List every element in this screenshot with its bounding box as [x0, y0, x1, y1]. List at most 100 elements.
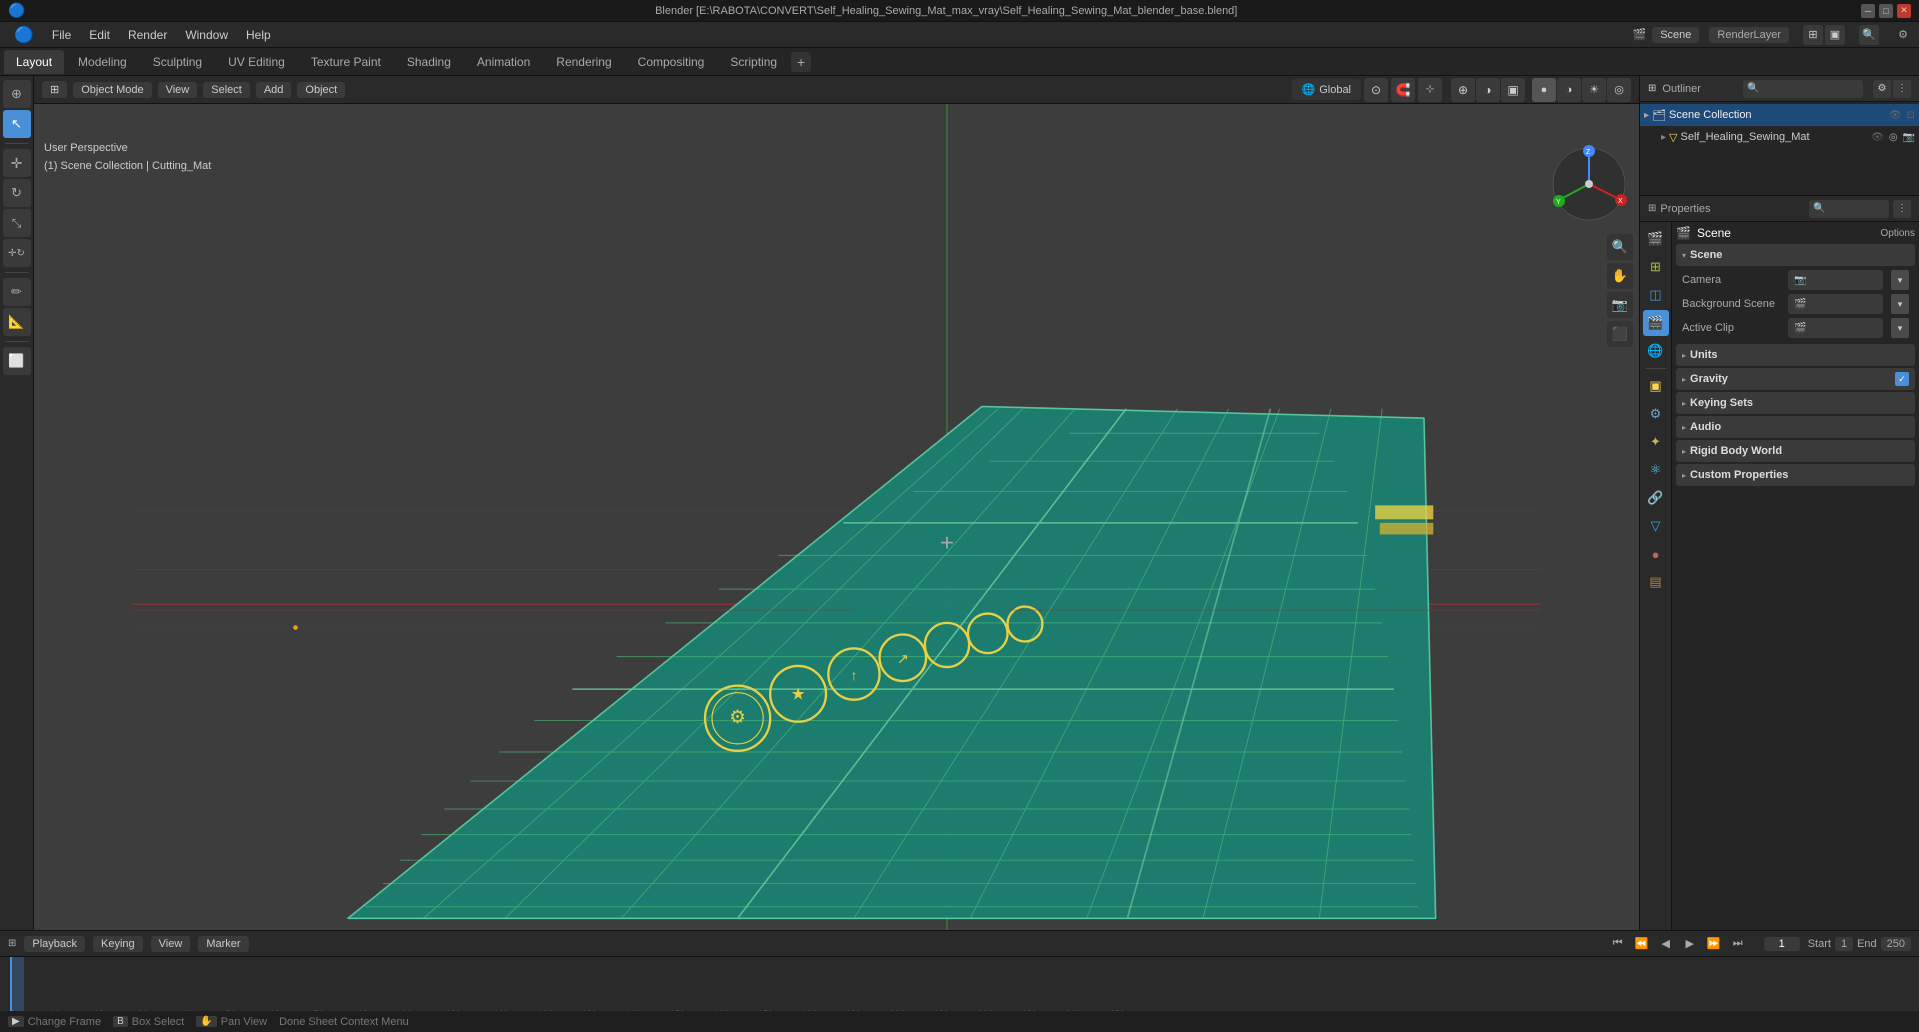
view-menu-timeline[interactable]: View: [151, 936, 191, 952]
show-gizmo-button[interactable]: ⊕: [1451, 78, 1475, 102]
keying-menu[interactable]: Keying: [93, 936, 143, 952]
menu-help[interactable]: Help: [238, 25, 279, 45]
tab-shading[interactable]: Shading: [395, 50, 463, 74]
material-props-icon[interactable]: ●: [1643, 541, 1669, 567]
move-tool[interactable]: ✛: [3, 149, 31, 177]
view-menu[interactable]: View: [158, 82, 198, 98]
outliner-search[interactable]: 🔍: [1743, 80, 1863, 98]
texture-props-icon[interactable]: ▤: [1643, 569, 1669, 595]
filter-header-icon[interactable]: ⚙: [1893, 25, 1913, 45]
tab-animation[interactable]: Animation: [465, 50, 542, 74]
viewport-gizmo[interactable]: Z X Y: [1549, 144, 1629, 224]
units-section-header[interactable]: ▸ Units: [1676, 344, 1915, 366]
scene-props-icon[interactable]: 🎬: [1643, 310, 1669, 336]
constraints-props-icon[interactable]: 🔗: [1643, 485, 1669, 511]
rendered-shading-button[interactable]: ☀: [1582, 78, 1606, 102]
tab-scripting[interactable]: Scripting: [718, 50, 789, 74]
scale-tool[interactable]: ⤡: [3, 209, 31, 237]
show-overlay-button[interactable]: ◑: [1476, 78, 1500, 102]
menu-edit[interactable]: Edit: [81, 25, 118, 45]
camera-value[interactable]: 📷: [1788, 270, 1883, 290]
zoom-tool-button[interactable]: 🔍: [1607, 234, 1633, 260]
play-button[interactable]: ▶: [1680, 934, 1700, 954]
object-select-icon[interactable]: ◎: [1889, 132, 1898, 143]
mat-object-row[interactable]: ▸ ▽ Self_Healing_Sewing_Mat 👁 ◎ 📷: [1640, 126, 1919, 148]
perspective-toggle-button[interactable]: ⬛: [1607, 321, 1633, 347]
outliner-filter-button[interactable]: ⚙: [1873, 80, 1891, 98]
restrict-icon[interactable]: ⊡: [1907, 110, 1915, 121]
object-data-props-icon[interactable]: ▽: [1643, 513, 1669, 539]
eevee-shading-button[interactable]: ◎: [1607, 78, 1631, 102]
menu-render[interactable]: Render: [120, 25, 175, 45]
maximize-button[interactable]: □: [1879, 4, 1893, 18]
object-mode-button[interactable]: Object Mode: [73, 82, 151, 98]
add-menu[interactable]: Add: [256, 82, 292, 98]
viewport[interactable]: ⊞ Object Mode View Select Add Object 🌐 G…: [34, 76, 1639, 930]
object-props-icon[interactable]: ▣: [1643, 373, 1669, 399]
visibility-icon[interactable]: 👁: [1889, 110, 1902, 121]
scene-selector[interactable]: Scene: [1652, 27, 1699, 43]
outliner-options-button[interactable]: ⋮: [1893, 80, 1911, 98]
menu-file[interactable]: File: [44, 25, 79, 45]
active-clip-selector-button[interactable]: ▾: [1891, 318, 1909, 338]
modifier-props-icon[interactable]: ⚙: [1643, 401, 1669, 427]
background-scene-value[interactable]: 🎬: [1788, 294, 1883, 314]
particles-props-icon[interactable]: ✦: [1643, 429, 1669, 455]
playback-menu[interactable]: Playback: [24, 936, 85, 952]
transform-pivot-button[interactable]: ⊹: [1418, 78, 1442, 102]
jump-end-button[interactable]: ⏭: [1728, 934, 1748, 954]
snap-button[interactable]: 🧲: [1391, 78, 1415, 102]
tab-sculpting[interactable]: Sculpting: [141, 50, 214, 74]
jump-start-button[interactable]: ⏮: [1608, 934, 1628, 954]
menu-blender[interactable]: 🔵: [6, 22, 42, 48]
custom-props-section-header[interactable]: ▸ Custom Properties: [1676, 464, 1915, 486]
start-frame-input[interactable]: 1: [1835, 937, 1853, 951]
properties-options-button[interactable]: ⋮: [1893, 200, 1911, 218]
cursor-tool[interactable]: ⊕: [3, 80, 31, 108]
timeline-ruler[interactable]: 1 10 20 30 40 50 60 70 80 90 100 110 120…: [0, 957, 1919, 1011]
end-frame-input[interactable]: 250: [1881, 937, 1911, 951]
step-back-button[interactable]: ⏪: [1632, 934, 1652, 954]
editor-type-button[interactable]: ⊞: [42, 81, 67, 98]
render-props-icon[interactable]: 🎬: [1643, 226, 1669, 252]
xray-button[interactable]: ▣: [1501, 78, 1525, 102]
view-layer-props-icon[interactable]: ◫: [1643, 282, 1669, 308]
scene-panel-options[interactable]: Options: [1881, 228, 1915, 239]
tab-rendering[interactable]: Rendering: [544, 50, 623, 74]
current-frame-input[interactable]: 1: [1764, 937, 1800, 951]
tab-compositing[interactable]: Compositing: [626, 50, 717, 74]
material-preview-button[interactable]: ◑: [1557, 78, 1581, 102]
renderlayer-selector[interactable]: RenderLayer: [1709, 27, 1789, 43]
object-menu[interactable]: Object: [297, 82, 345, 98]
select-menu[interactable]: Select: [203, 82, 250, 98]
menu-window[interactable]: Window: [177, 25, 236, 45]
screen-layout-icon[interactable]: ⊞: [1803, 25, 1823, 45]
properties-search[interactable]: 🔍: [1809, 200, 1889, 218]
screen-icon[interactable]: ▣: [1825, 25, 1845, 45]
solid-shading-button[interactable]: ●: [1532, 78, 1556, 102]
viewport-canvas[interactable]: ⚙ ★ ↑ ↗ ·: [34, 104, 1639, 930]
tab-texture-paint[interactable]: Texture Paint: [299, 50, 393, 74]
close-button[interactable]: ✕: [1897, 4, 1911, 18]
rigid-body-section-header[interactable]: ▸ Rigid Body World: [1676, 440, 1915, 462]
tab-layout[interactable]: Layout: [4, 50, 64, 74]
tab-modeling[interactable]: Modeling: [66, 50, 139, 74]
world-props-icon[interactable]: 🌐: [1643, 338, 1669, 364]
add-tool[interactable]: ⬜: [3, 347, 31, 375]
marker-menu[interactable]: Marker: [198, 936, 248, 952]
select-tool[interactable]: ↖: [3, 110, 31, 138]
play-back-button[interactable]: ◀: [1656, 934, 1676, 954]
global-transform-button[interactable]: 🌐 Global: [1294, 81, 1360, 98]
hand-tool-button[interactable]: ✋: [1607, 263, 1633, 289]
minimize-button[interactable]: ─: [1861, 4, 1875, 18]
camera-view-button[interactable]: 📷: [1607, 292, 1633, 318]
background-scene-selector-button[interactable]: ▾: [1891, 294, 1909, 314]
audio-section-header[interactable]: ▸ Audio: [1676, 416, 1915, 438]
tab-uv-editing[interactable]: UV Editing: [216, 50, 297, 74]
scene-section-header[interactable]: ▾ Scene: [1676, 244, 1915, 266]
step-forward-button[interactable]: ⏩: [1704, 934, 1724, 954]
search-header-icon[interactable]: 🔍: [1859, 25, 1879, 45]
measure-tool[interactable]: 📐: [3, 308, 31, 336]
gravity-section-header[interactable]: ▸ Gravity ✓: [1676, 368, 1915, 390]
camera-selector-button[interactable]: ▾: [1891, 270, 1909, 290]
